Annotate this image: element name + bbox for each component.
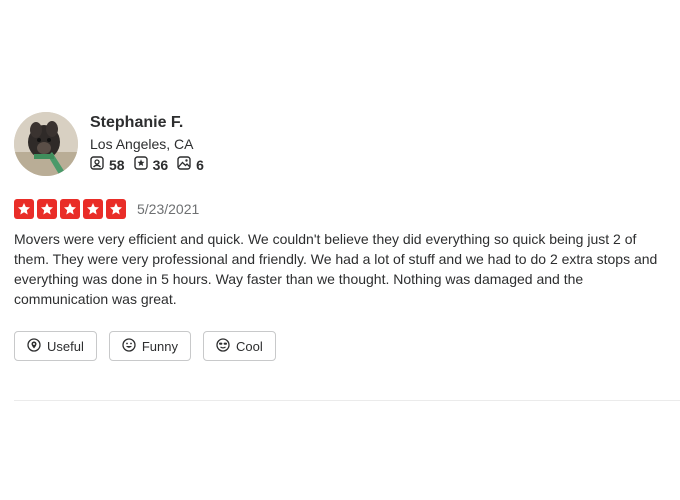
review-date: 5/23/2021 — [137, 201, 200, 217]
star-icon — [83, 199, 103, 219]
useful-label: Useful — [47, 338, 84, 354]
user-stats: 58 36 6 — [90, 156, 213, 174]
review-divider — [14, 400, 680, 401]
rating-row: 5/23/2021 — [14, 199, 680, 219]
cool-icon — [216, 337, 236, 355]
funny-icon — [122, 337, 142, 355]
friends-count: 58 — [109, 157, 125, 173]
star-icon — [14, 199, 34, 219]
photos-icon — [177, 156, 196, 174]
useful-icon — [27, 337, 47, 355]
reaction-buttons: Useful Funny Cool — [14, 331, 680, 361]
funny-button[interactable]: Funny — [108, 331, 191, 361]
star-icon — [60, 199, 80, 219]
cool-button[interactable]: Cool — [203, 331, 276, 361]
reviews-stat: 36 — [133, 156, 169, 174]
user-info: Stephanie F. Los Angeles, CA 58 36 6 — [90, 112, 213, 174]
friends-icon — [90, 156, 109, 174]
useful-button[interactable]: Useful — [14, 331, 97, 361]
cool-label: Cool — [236, 338, 263, 354]
review-card: Stephanie F. Los Angeles, CA 58 36 6 5/2… — [14, 112, 680, 361]
user-location: Los Angeles, CA — [90, 136, 194, 152]
funny-label: Funny — [141, 338, 178, 354]
reviews-icon — [133, 156, 153, 174]
friends-stat: 58 — [90, 156, 125, 174]
star-icon — [106, 199, 126, 219]
photos-count: 6 — [196, 157, 204, 173]
star-rating — [14, 199, 129, 219]
reviews-count: 36 — [152, 157, 169, 173]
avatar[interactable] — [14, 112, 78, 176]
user-name[interactable]: Stephanie F. — [90, 113, 213, 133]
star-icon — [37, 199, 57, 219]
review-text: Movers were very efficient and quick. We… — [14, 231, 658, 307]
user-passport: Stephanie F. Los Angeles, CA 58 36 6 — [14, 112, 680, 176]
photos-stat: 6 — [177, 156, 204, 174]
